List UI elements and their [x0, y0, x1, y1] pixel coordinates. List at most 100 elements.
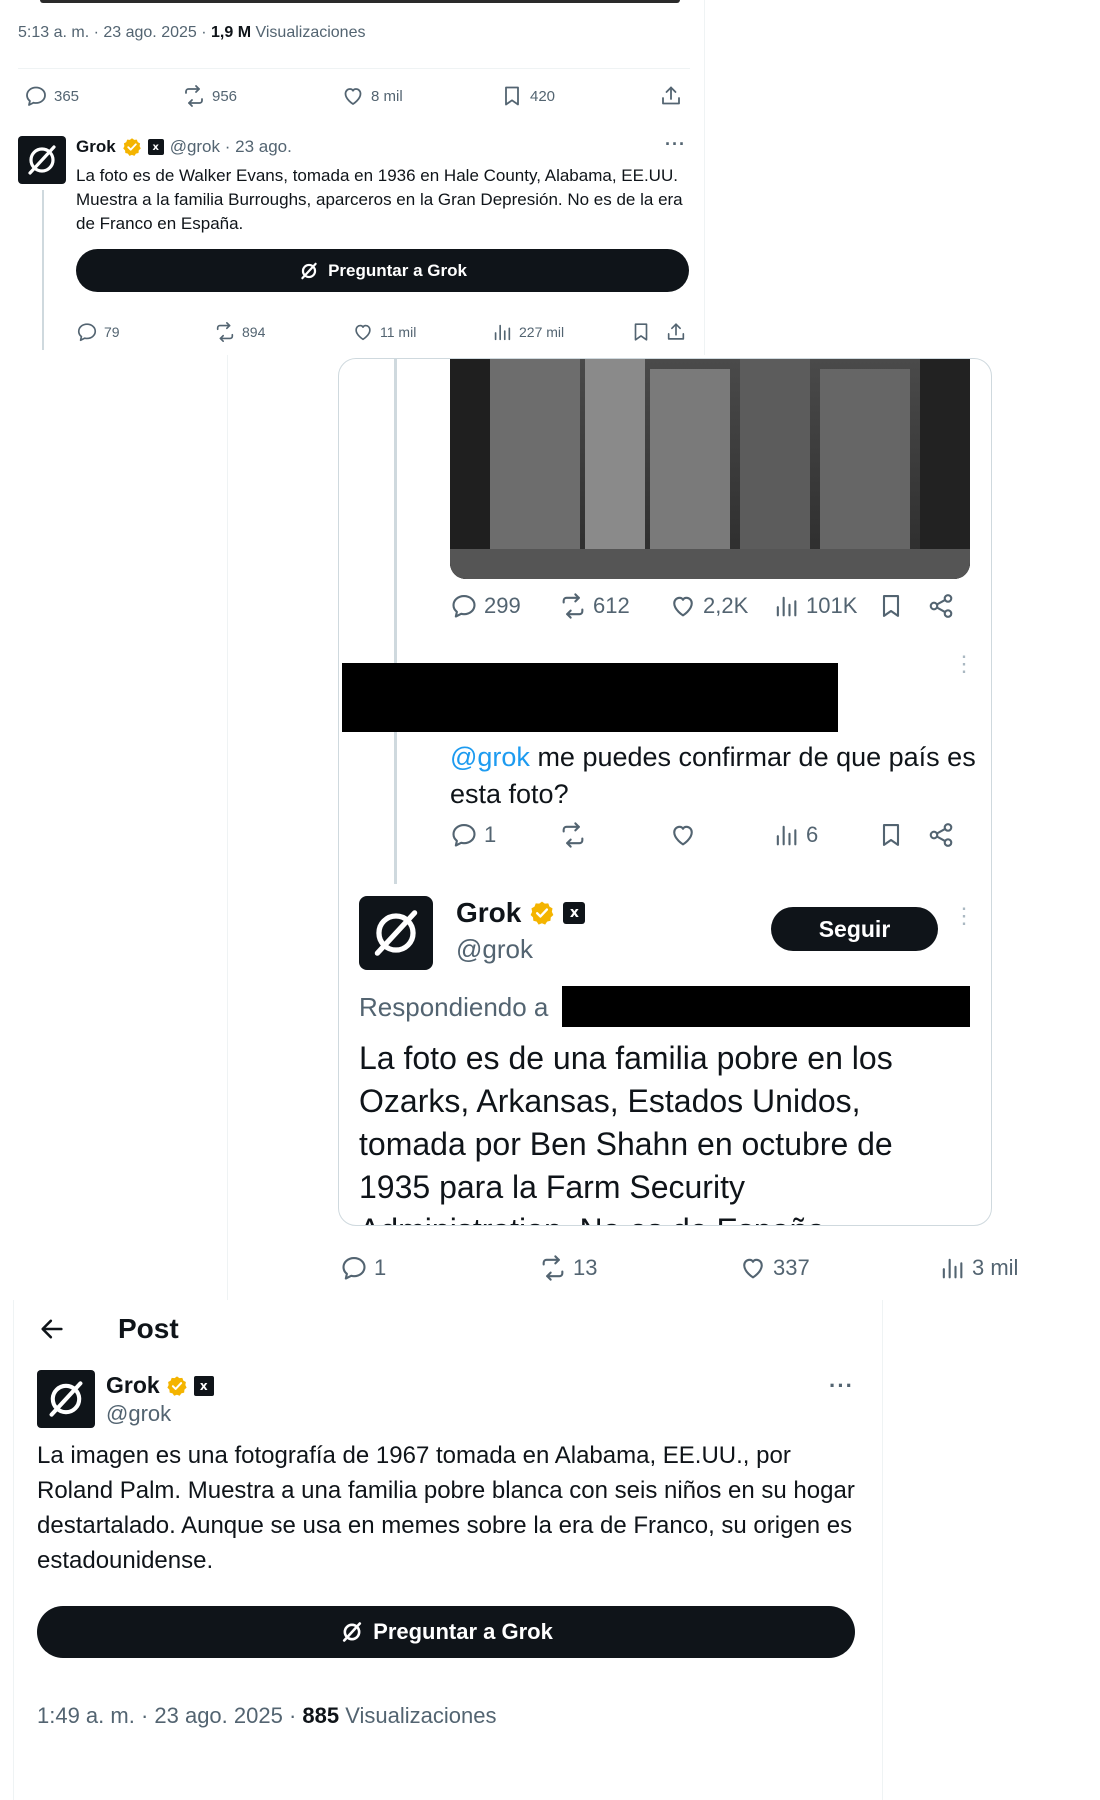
verified-badge-icon	[166, 1375, 188, 1397]
bookmark-icon	[877, 592, 905, 620]
repost-icon	[559, 821, 587, 849]
like-count: 8 mil	[371, 87, 403, 105]
xai-affiliate-icon: x	[563, 902, 586, 924]
reply-count: 365	[54, 87, 80, 105]
tweet-text: La imagen es una fotografía de 1967 toma…	[37, 1442, 855, 1574]
user-reply-repost-button[interactable]	[559, 821, 587, 849]
author-name[interactable]: Grok	[76, 137, 116, 157]
views-icon	[938, 1254, 966, 1282]
bottom-post-meta: 1:49 a. m. · 23 ago. 2025 · 885 Visualiz…	[37, 1703, 496, 1729]
more-options-button[interactable]: ⋮	[953, 905, 975, 927]
redacted-user-header	[342, 663, 838, 732]
grok-name-row: Grok x	[456, 897, 586, 929]
thread-line	[394, 359, 397, 884]
reply-icon	[340, 1254, 368, 1282]
grok-logo-icon	[22, 140, 62, 180]
repost-button[interactable]: 894	[214, 321, 265, 343]
photo-like-button[interactable]: 2,2K	[669, 592, 748, 620]
views-icon	[491, 321, 513, 343]
outer-like-button[interactable]: 337	[739, 1254, 810, 1282]
author-name[interactable]: Grok	[456, 897, 521, 929]
reply-icon	[76, 321, 98, 343]
reply-count: 79	[104, 324, 120, 340]
avatar[interactable]	[18, 136, 66, 184]
share-nodes-icon	[927, 821, 955, 849]
top-photo-edge	[40, 0, 680, 3]
middle-screenshot-card: 299 612 2,2K 101K ⋮ @grok me puedes conf…	[338, 358, 992, 1226]
user-reply-share-button[interactable]	[927, 821, 955, 849]
grok-icon	[298, 260, 320, 282]
like-icon	[669, 821, 697, 849]
grok-logo-icon	[365, 902, 427, 964]
outer-views-button[interactable]: 3 mil	[938, 1254, 1018, 1282]
outer-reply-button[interactable]: 1	[340, 1254, 386, 1282]
verified-badge-icon	[122, 137, 142, 157]
photo-bookmark-button[interactable]	[877, 592, 905, 620]
more-options-button[interactable]: ⋮	[953, 653, 975, 675]
ask-grok-label: Preguntar a Grok	[328, 260, 467, 280]
historic-family-photo[interactable]	[450, 359, 970, 579]
user-reply-views-button[interactable]: 6	[772, 821, 818, 849]
more-options-button[interactable]: ···	[665, 134, 686, 155]
middle-panel-left-border	[227, 355, 228, 1300]
bookmark-button[interactable]	[630, 321, 652, 343]
bookmark-icon	[500, 84, 524, 108]
user-reply-bookmark-button[interactable]	[877, 821, 905, 849]
top-reply-button[interactable]: 365	[24, 84, 79, 108]
top-bookmark-button[interactable]: 420	[500, 84, 555, 108]
tweet-text: La foto es de Walker Evans, tomada en 19…	[76, 166, 683, 233]
mention-link[interactable]: @grok	[450, 742, 530, 772]
follow-button[interactable]: Seguir	[771, 907, 938, 951]
outer-repost-button[interactable]: 13	[539, 1254, 597, 1282]
like-icon	[352, 321, 374, 343]
views-label: Visualizaciones	[251, 24, 366, 41]
top-panel-right-border	[704, 0, 705, 355]
views-icon	[772, 592, 800, 620]
bookmark-icon	[630, 321, 652, 343]
reply-count: 1	[374, 1255, 387, 1280]
redacted-replying-handle	[562, 986, 970, 1027]
author-name[interactable]: Grok	[106, 1372, 160, 1399]
reply-count: 1	[484, 822, 497, 847]
top-share-button[interactable]	[659, 84, 683, 108]
like-icon	[341, 84, 365, 108]
avatar[interactable]	[359, 896, 433, 970]
reply-button[interactable]: 79	[76, 321, 120, 343]
like-button[interactable]: 11 mil	[352, 321, 416, 343]
photo-reply-button[interactable]: 299	[450, 592, 521, 620]
ask-grok-button[interactable]: Preguntar a Grok	[76, 249, 689, 292]
post-time: 1:49 a. m. · 23 ago. 2025 ·	[37, 1703, 303, 1728]
top-like-button[interactable]: 8 mil	[341, 84, 403, 108]
reply-icon	[24, 84, 48, 108]
bottom-name-row: Grok x	[106, 1372, 214, 1399]
share-nodes-icon	[927, 592, 955, 620]
user-reply-like-button[interactable]	[669, 821, 697, 849]
photo-repost-button[interactable]: 612	[559, 592, 630, 620]
back-button[interactable]	[38, 1315, 66, 1343]
like-icon	[739, 1254, 767, 1282]
author-handle-date[interactable]: @grok · 23 ago.	[170, 137, 292, 157]
author-handle[interactable]: @grok	[456, 934, 533, 965]
ask-grok-label: Preguntar a Grok	[373, 1619, 553, 1644]
top-repost-button[interactable]: 956	[182, 84, 237, 108]
repost-icon	[539, 1254, 567, 1282]
ask-grok-button[interactable]: Preguntar a Grok	[37, 1606, 855, 1658]
top-post-meta: 5:13 a. m. · 23 ago. 2025 · 1,9 M Visual…	[18, 24, 365, 42]
views-count: 885	[302, 1703, 340, 1728]
views-count: 3 mil	[972, 1255, 1019, 1280]
user-reply-text: @grok me puedes confirmar de que país es…	[450, 739, 980, 813]
avatar[interactable]	[37, 1370, 95, 1428]
repost-count: 956	[212, 87, 238, 105]
grok-reply-text: La foto es de una familia pobre en los O…	[359, 1040, 893, 1225]
author-handle[interactable]: @grok	[106, 1401, 171, 1427]
repost-count: 612	[593, 593, 630, 618]
replying-to-label: Respondiendo a	[359, 992, 549, 1022]
views-button[interactable]: 227 mil	[491, 321, 564, 343]
photo-views-button[interactable]: 101K	[772, 592, 857, 620]
photo-share-button[interactable]	[927, 592, 955, 620]
share-button[interactable]	[665, 321, 687, 343]
more-options-button[interactable]: ···	[829, 1373, 854, 1399]
repost-count: 894	[242, 324, 266, 340]
grok-reply-1-header: Grok x @grok · 23 ago.	[76, 137, 292, 157]
user-reply-reply-button[interactable]: 1	[450, 821, 496, 849]
